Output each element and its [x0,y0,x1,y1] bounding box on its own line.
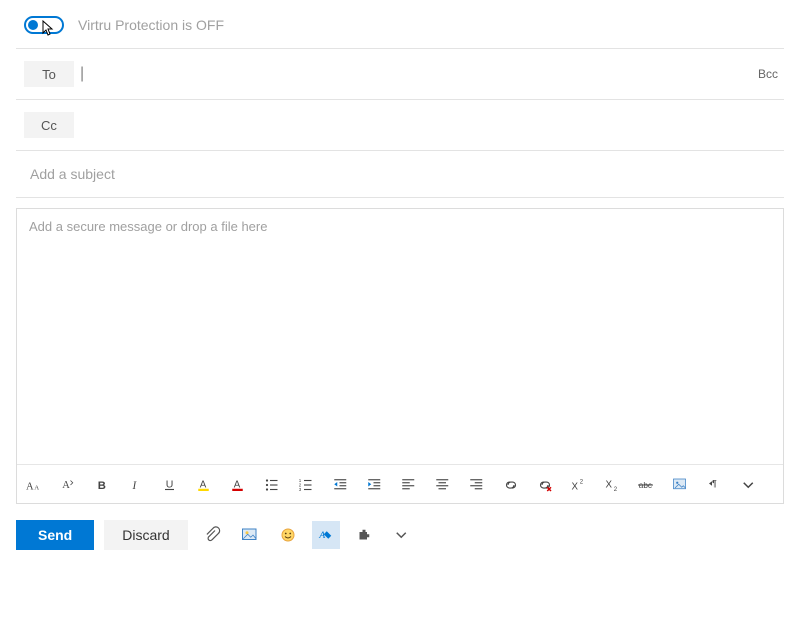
svg-text:3: 3 [299,487,302,492]
svg-text:U: U [166,478,174,490]
text-direction-icon[interactable]: ¶ [705,475,725,495]
svg-text:B: B [98,480,106,492]
message-body-input[interactable] [29,219,771,453]
svg-text:A: A [318,530,325,541]
svg-text:2: 2 [580,480,584,486]
strikethrough-icon[interactable]: abc [637,475,657,495]
svg-text:A: A [26,482,34,493]
indent-icon[interactable] [365,475,385,495]
svg-text:abc: abc [639,481,652,490]
svg-text:A: A [234,479,241,490]
align-right-icon[interactable] [467,475,487,495]
svg-text:X: X [606,479,613,490]
to-button[interactable]: To [24,61,74,87]
formatting-toggle-icon[interactable]: A [312,521,340,549]
send-button[interactable]: Send [16,520,94,550]
svg-text:A: A [34,485,39,492]
chevron-down-icon[interactable] [739,475,759,495]
toggle-knob [28,20,38,30]
to-input[interactable] [84,62,784,86]
addins-icon[interactable] [350,521,378,549]
message-body-container: Add a secure message or drop a file here… [16,208,784,504]
svg-text:X: X [572,482,579,493]
insert-link-icon[interactable] [501,475,521,495]
insert-image-icon[interactable] [671,475,691,495]
subject-input[interactable] [28,165,784,183]
highlight-color-icon[interactable]: A [195,475,215,495]
cursor-icon [42,20,56,36]
svg-text:I: I [132,480,138,492]
action-row: Send Discard A [16,520,784,550]
insert-picture-icon[interactable] [236,521,264,549]
font-style-icon[interactable]: A [59,475,79,495]
cc-row: Cc [16,100,784,151]
numbered-list-icon[interactable]: 123 [297,475,317,495]
svg-text:¶: ¶ [712,479,717,489]
italic-icon[interactable]: I [127,475,147,495]
virtru-status-text: Virtru Protection is OFF [78,17,224,33]
cc-button[interactable]: Cc [24,112,74,138]
more-actions-icon[interactable] [388,521,416,549]
discard-button[interactable]: Discard [104,520,187,550]
format-toolbar: AA A B I U A A 123 [17,464,783,503]
align-center-icon[interactable] [433,475,453,495]
remove-link-icon[interactable] [535,475,555,495]
subscript-icon[interactable]: X2 [603,475,623,495]
virtru-toggle[interactable] [24,16,64,34]
svg-text:2: 2 [614,487,618,493]
bcc-button[interactable]: Bcc [758,67,778,81]
bulleted-list-icon[interactable] [263,475,283,495]
underline-icon[interactable]: U [161,475,181,495]
outdent-icon[interactable] [331,475,351,495]
svg-text:A: A [62,480,70,491]
attach-file-icon[interactable] [198,521,226,549]
superscript-icon[interactable]: X2 [569,475,589,495]
subject-row [16,151,784,198]
bold-icon[interactable]: B [93,475,113,495]
align-left-icon[interactable] [399,475,419,495]
to-row: To | Bcc [16,49,784,100]
font-size-icon[interactable]: AA [25,475,45,495]
font-color-icon[interactable]: A [229,475,249,495]
cc-input[interactable] [74,113,784,137]
emoji-icon[interactable] [274,521,302,549]
svg-text:A: A [200,479,207,490]
